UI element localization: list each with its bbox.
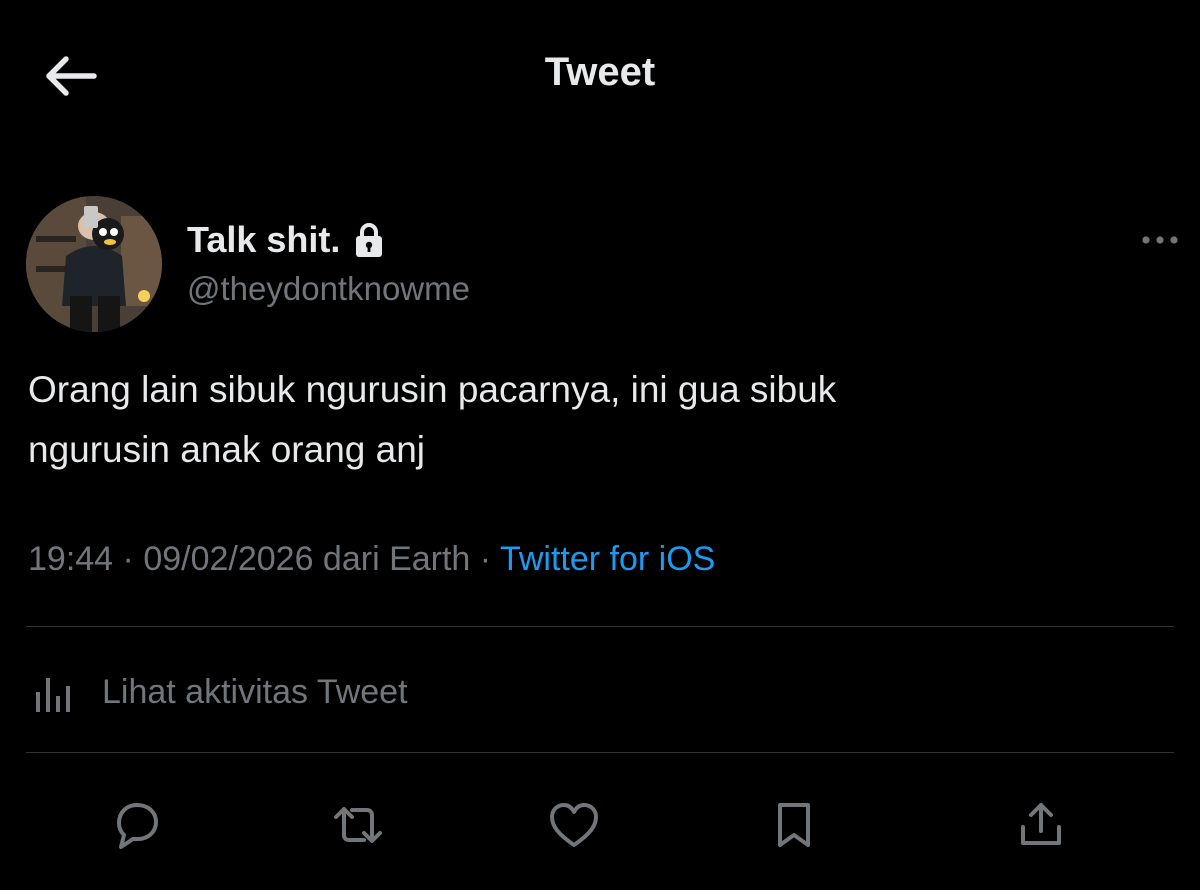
share-icon: [1021, 803, 1061, 845]
bookmark-button[interactable]: [759, 790, 829, 860]
tweet-text: Orang lain sibuk ngurusin pacarnya, ini …: [28, 369, 837, 470]
tweet-date-location: 09/02/2026 dari Earth: [143, 540, 471, 578]
author-handle[interactable]: @theydontknowme: [187, 270, 470, 308]
tweet-activity-label: Lihat aktivitas Tweet: [102, 672, 408, 711]
page-title: Tweet: [544, 50, 656, 94]
tweet-source-link[interactable]: Twitter for iOS: [500, 540, 715, 578]
tweet-time: 19:44: [28, 540, 114, 578]
top-bar: Tweet: [0, 0, 1200, 150]
more-options-button[interactable]: [1130, 222, 1190, 258]
analytics-icon: [36, 678, 70, 712]
author-name-row[interactable]: Talk shit.: [187, 218, 384, 262]
heart-icon: [550, 803, 598, 847]
share-button[interactable]: [1006, 790, 1076, 860]
like-button[interactable]: [539, 790, 609, 860]
meta-separator: ·: [470, 540, 500, 578]
bookmark-icon: [778, 803, 810, 847]
reply-icon: [117, 803, 158, 849]
retweet-button[interactable]: [323, 790, 393, 860]
display-name[interactable]: Talk shit.: [187, 219, 340, 261]
retweet-icon: [334, 807, 382, 843]
divider: [26, 752, 1174, 753]
tweet-action-bar: [0, 780, 1200, 870]
avatar[interactable]: [26, 196, 162, 332]
tweet-activity-button[interactable]: Lihat aktivitas Tweet: [26, 660, 408, 724]
divider: [26, 626, 1174, 627]
lock-icon: [354, 222, 384, 258]
meta-separator: ·: [113, 540, 144, 578]
more-horizontal-icon: [1142, 236, 1178, 244]
reply-button[interactable]: [102, 790, 172, 860]
tweet-meta: 19:44 · 09/02/2026 dari Earth · Twitter …: [28, 540, 715, 579]
